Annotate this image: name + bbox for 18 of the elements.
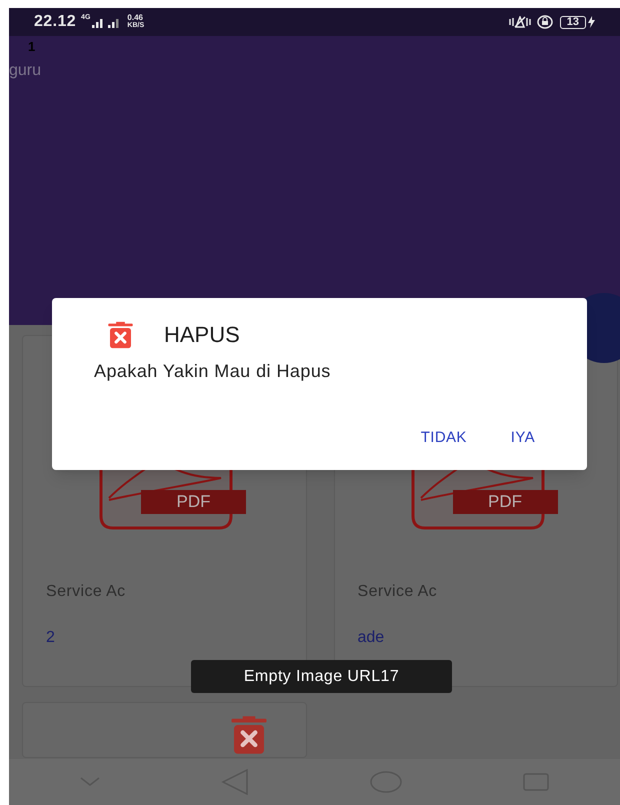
rotation-lock-icon	[536, 15, 553, 29]
role-label: guru	[9, 60, 42, 80]
clock-text: 22.12	[34, 12, 76, 32]
vibrate-icon	[508, 16, 531, 28]
charging-icon	[588, 16, 595, 28]
toast-message: Empty Image URL17	[191, 660, 452, 693]
card-title: Service Ac	[46, 582, 127, 602]
speed-value: 0.46	[127, 14, 143, 22]
card-title: Service Ac	[358, 582, 438, 602]
dialog-button[interactable]: TIDAK	[420, 427, 467, 450]
document-card[interactable]	[22, 702, 306, 758]
pdf-badge: PDF	[141, 490, 246, 514]
card-subtitle: ade	[358, 628, 386, 648]
dialog-button[interactable]: IYA	[510, 427, 535, 450]
card-subtitle: 2	[46, 628, 56, 648]
count-label: 1	[28, 38, 36, 56]
battery-indicator: 13	[560, 16, 586, 28]
pdf-badge: PDF	[452, 490, 558, 514]
